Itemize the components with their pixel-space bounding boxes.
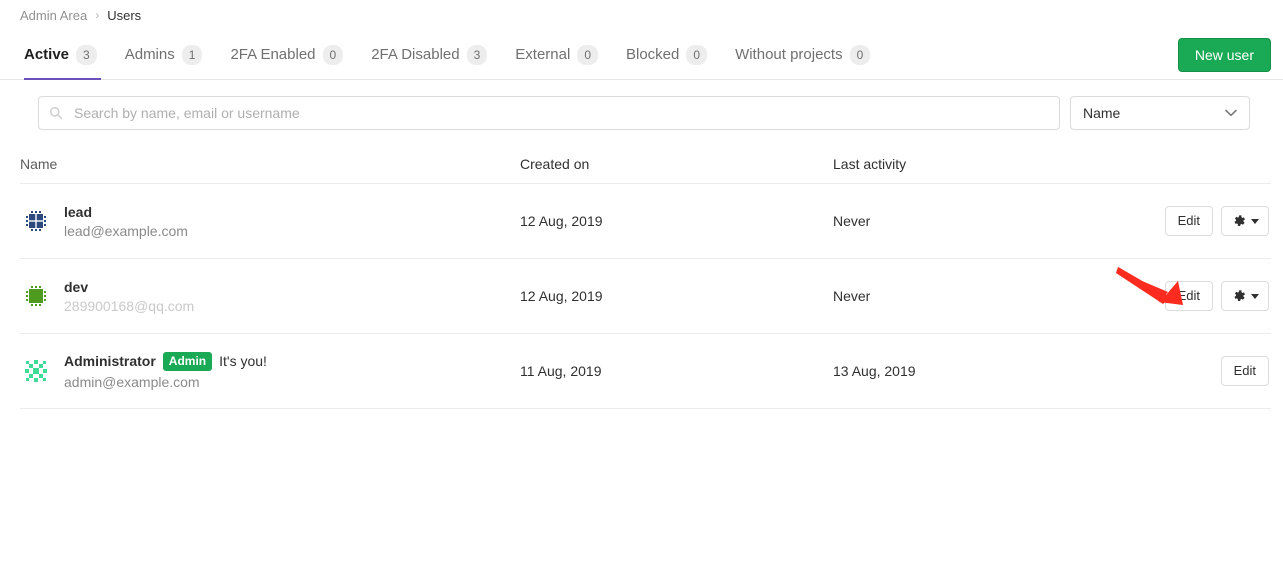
tab-without-projects-label: Without projects	[735, 46, 843, 63]
table-row: lead lead@example.com 12 Aug, 2019 Never…	[20, 184, 1271, 259]
user-email: 289900168@qq.com	[64, 297, 195, 314]
tab-2fa-enabled-count: 0	[322, 44, 344, 65]
user-created-on: 11 Aug, 2019	[520, 363, 602, 379]
tab-admins-label: Admins	[124, 46, 175, 63]
edit-button[interactable]: Edit	[1220, 356, 1269, 386]
table-row: Administrator Admin It's you! admin@exam…	[20, 334, 1271, 409]
tab-blocked-count: 0	[686, 44, 708, 65]
user-created-on: 12 Aug, 2019	[520, 288, 603, 304]
avatar	[20, 280, 52, 312]
table-header-row: Name Created on Last activity	[20, 144, 1271, 184]
tab-2fa-enabled-label: 2FA Enabled	[230, 46, 316, 63]
sort-dropdown-value: Name	[1083, 105, 1121, 121]
gear-icon	[1234, 215, 1245, 226]
tab-external[interactable]: External 0	[501, 30, 612, 79]
tab-blocked[interactable]: Blocked 0	[612, 30, 721, 79]
tab-active-label: Active	[24, 46, 70, 63]
table-row: dev 289900168@qq.com 12 Aug, 2019 Never …	[20, 259, 1271, 334]
tab-blocked-label: Blocked	[626, 46, 680, 63]
column-header-last-activity: Last activity	[833, 155, 907, 172]
user-email: lead@example.com	[64, 222, 188, 239]
chevron-down-icon	[1225, 109, 1237, 117]
tab-without-projects[interactable]: Without projects 0	[721, 30, 884, 79]
user-name-line: dev	[64, 279, 194, 295]
avatar	[20, 205, 52, 237]
user-identity: dev 289900168@qq.com	[64, 279, 194, 314]
settings-dropdown-button[interactable]	[1221, 281, 1269, 311]
tab-active[interactable]: Active 3	[20, 30, 111, 80]
user-name[interactable]: dev	[64, 279, 88, 295]
user-last-activity: 13 Aug, 2019	[833, 363, 916, 379]
user-name-cell: dev 289900168@qq.com	[20, 279, 520, 314]
user-name-cell: Administrator Admin It's you! admin@exam…	[20, 352, 520, 390]
tab-2fa-disabled-label: 2FA Disabled	[371, 46, 460, 63]
row-actions: Edit	[1133, 206, 1271, 236]
column-header-created-on: Created on	[520, 155, 590, 172]
breadcrumb: Admin Area › Users	[0, 0, 1283, 30]
user-name-line: Administrator Admin It's you!	[64, 352, 267, 371]
tab-active-count: 3	[76, 44, 97, 65]
user-name-cell: lead lead@example.com	[20, 204, 520, 239]
breadcrumb-current: Users	[107, 7, 142, 23]
gear-icon	[1234, 290, 1245, 301]
sort-dropdown[interactable]: Name	[1070, 96, 1250, 130]
tab-2fa-disabled-count: 3	[466, 44, 488, 65]
settings-dropdown-button[interactable]	[1221, 206, 1269, 236]
row-actions: Edit	[1133, 281, 1271, 311]
breadcrumb-separator-icon: ›	[95, 8, 100, 22]
user-identity: lead lead@example.com	[64, 204, 188, 239]
user-name[interactable]: Administrator	[64, 353, 156, 369]
new-user-button[interactable]: New user	[1177, 38, 1271, 72]
its-you-label: It's you!	[219, 353, 267, 370]
caret-down-icon	[1250, 293, 1259, 299]
tab-external-label: External	[515, 46, 571, 63]
tab-list: Active 3 Admins 1 2FA Enabled 0 2FA Disa…	[20, 30, 884, 80]
user-last-activity: Never	[833, 288, 871, 304]
search-icon	[49, 106, 63, 120]
status-badge: Admin	[162, 352, 213, 371]
tab-2fa-disabled[interactable]: 2FA Disabled 3	[357, 30, 501, 79]
breadcrumb-parent-link[interactable]: Admin Area	[20, 8, 87, 23]
search-box[interactable]	[38, 96, 1060, 130]
caret-down-icon	[1250, 218, 1259, 224]
user-name-line: lead	[64, 204, 188, 220]
tab-without-projects-count: 0	[849, 44, 871, 65]
edit-button[interactable]: Edit	[1164, 206, 1213, 236]
tab-admins-count: 1	[181, 44, 203, 65]
avatar	[20, 354, 52, 387]
column-header-name: Name	[20, 155, 58, 172]
search-input[interactable]	[72, 104, 1049, 122]
user-email: admin@example.com	[64, 373, 200, 390]
filter-row: Name	[0, 80, 1283, 144]
user-identity: Administrator Admin It's you! admin@exam…	[64, 352, 267, 390]
user-name[interactable]: lead	[64, 204, 92, 220]
tab-external-count: 0	[577, 44, 598, 65]
row-actions: Edit	[1133, 356, 1271, 386]
tab-2fa-enabled[interactable]: 2FA Enabled 0	[216, 30, 357, 79]
user-created-on: 12 Aug, 2019	[520, 213, 603, 229]
edit-button[interactable]: Edit	[1164, 281, 1213, 311]
users-table: Name Created on Last activity lead lead@…	[0, 144, 1283, 409]
tab-bar: Active 3 Admins 1 2FA Enabled 0 2FA Disa…	[0, 30, 1283, 80]
user-last-activity: Never	[833, 213, 871, 229]
tab-admins[interactable]: Admins 1	[111, 30, 217, 79]
